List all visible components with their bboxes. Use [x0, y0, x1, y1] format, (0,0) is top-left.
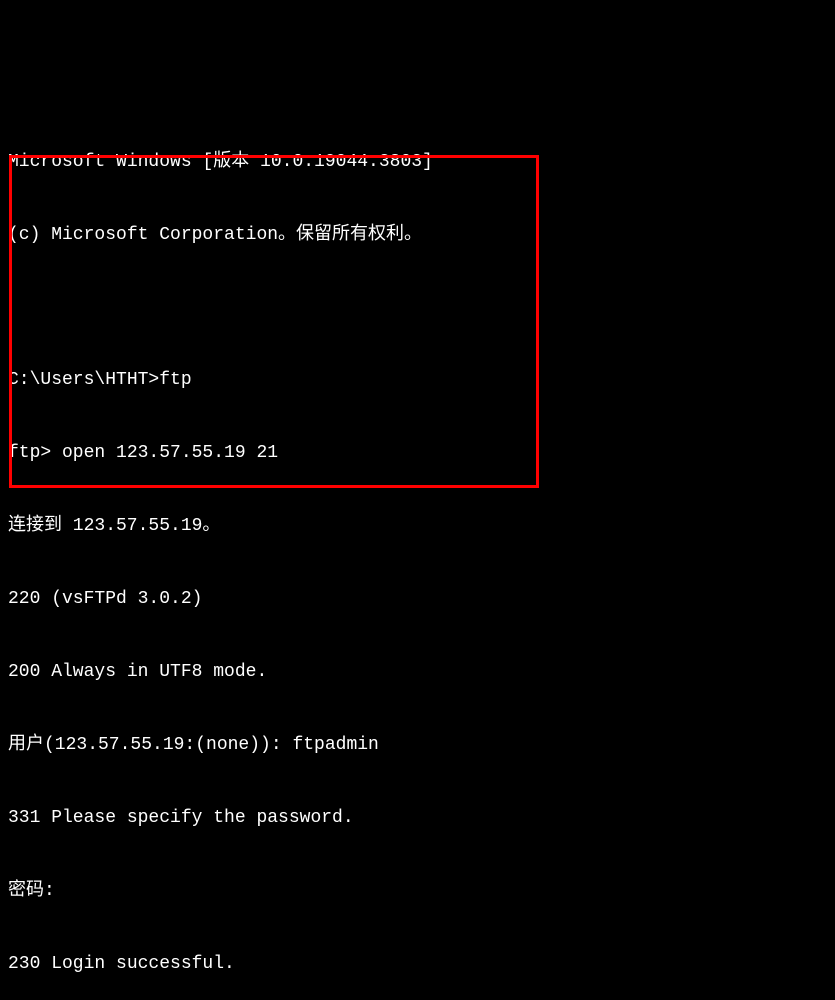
terminal-output-331: 331 Please specify the password.: [8, 806, 827, 830]
terminal-header-copyright: (c) Microsoft Corporation。保留所有权利。: [8, 223, 827, 247]
terminal-output-user: 用户(123.57.55.19:(none)): ftpadmin: [8, 733, 827, 757]
terminal-header-version: Microsoft Windows [版本 10.0.19044.3803]: [8, 150, 827, 174]
terminal-output-230: 230 Login successful.: [8, 952, 827, 976]
terminal-output-200: 200 Always in UTF8 mode.: [8, 660, 827, 684]
terminal-command-open: ftp> open 123.57.55.19 21: [8, 441, 827, 465]
terminal-output-password: 密码:: [8, 879, 827, 903]
terminal-output-220: 220 (vsFTPd 3.0.2): [8, 587, 827, 611]
terminal-window[interactable]: Microsoft Windows [版本 10.0.19044.3803] (…: [8, 101, 827, 1000]
highlight-annotation-box: [9, 155, 539, 488]
terminal-blank-line: [8, 296, 827, 320]
terminal-output-connecting: 连接到 123.57.55.19。: [8, 514, 827, 538]
terminal-command-ftp: C:\Users\HTHT>ftp: [8, 368, 827, 392]
